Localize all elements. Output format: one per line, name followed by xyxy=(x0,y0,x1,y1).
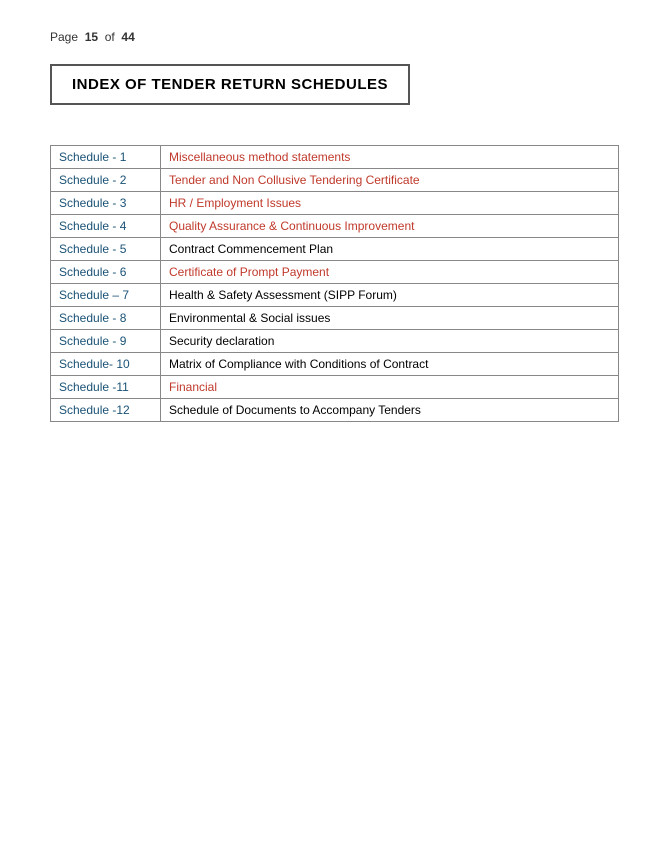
title-box: INDEX OF TENDER RETURN SCHEDULES xyxy=(50,64,410,105)
schedule-id: Schedule - 2 xyxy=(51,169,161,192)
table-row: Schedule - 2Tender and Non Collusive Ten… xyxy=(51,169,619,192)
schedule-description: Financial xyxy=(161,376,619,399)
page-number: Page 15 of 44 xyxy=(50,30,619,44)
table-row: Schedule - 5Contract Commencement Plan xyxy=(51,238,619,261)
schedule-description: Quality Assurance & Continuous Improveme… xyxy=(161,215,619,238)
table-row: Schedule - 6Certificate of Prompt Paymen… xyxy=(51,261,619,284)
of-label: of xyxy=(105,30,115,44)
schedule-description: Certificate of Prompt Payment xyxy=(161,261,619,284)
schedule-id: Schedule – 7 xyxy=(51,284,161,307)
schedule-id: Schedule- 10 xyxy=(51,353,161,376)
schedule-description: HR / Employment Issues xyxy=(161,192,619,215)
table-row: Schedule - 8Environmental & Social issue… xyxy=(51,307,619,330)
table-row: Schedule - 3HR / Employment Issues xyxy=(51,192,619,215)
page-title: INDEX OF TENDER RETURN SCHEDULES xyxy=(72,76,388,93)
page-label: Page xyxy=(50,30,78,44)
schedule-description: Environmental & Social issues xyxy=(161,307,619,330)
table-row: Schedule - 9Security declaration xyxy=(51,330,619,353)
table-row: Schedule -11Financial xyxy=(51,376,619,399)
schedule-id: Schedule - 6 xyxy=(51,261,161,284)
schedule-id: Schedule - 4 xyxy=(51,215,161,238)
table-row: Schedule – 7Health & Safety Assessment (… xyxy=(51,284,619,307)
table-row: Schedule -12Schedule of Documents to Acc… xyxy=(51,399,619,422)
schedule-description: Security declaration xyxy=(161,330,619,353)
total-pages: 44 xyxy=(121,30,134,44)
schedule-id: Schedule - 5 xyxy=(51,238,161,261)
schedule-description: Health & Safety Assessment (SIPP Forum) xyxy=(161,284,619,307)
schedule-description: Matrix of Compliance with Conditions of … xyxy=(161,353,619,376)
schedule-description: Tender and Non Collusive Tendering Certi… xyxy=(161,169,619,192)
schedule-id: Schedule -11 xyxy=(51,376,161,399)
schedule-description: Schedule of Documents to Accompany Tende… xyxy=(161,399,619,422)
schedule-description: Miscellaneous method statements xyxy=(161,146,619,169)
schedule-id: Schedule - 8 xyxy=(51,307,161,330)
schedule-description: Contract Commencement Plan xyxy=(161,238,619,261)
schedule-id: Schedule -12 xyxy=(51,399,161,422)
table-row: Schedule- 10Matrix of Compliance with Co… xyxy=(51,353,619,376)
current-page: 15 xyxy=(85,30,98,44)
schedule-id: Schedule - 9 xyxy=(51,330,161,353)
schedule-id: Schedule - 1 xyxy=(51,146,161,169)
table-row: Schedule - 4Quality Assurance & Continuo… xyxy=(51,215,619,238)
schedule-table: Schedule - 1Miscellaneous method stateme… xyxy=(50,145,619,422)
table-row: Schedule - 1Miscellaneous method stateme… xyxy=(51,146,619,169)
document-page: Page 15 of 44 INDEX OF TENDER RETURN SCH… xyxy=(0,0,669,856)
schedule-id: Schedule - 3 xyxy=(51,192,161,215)
